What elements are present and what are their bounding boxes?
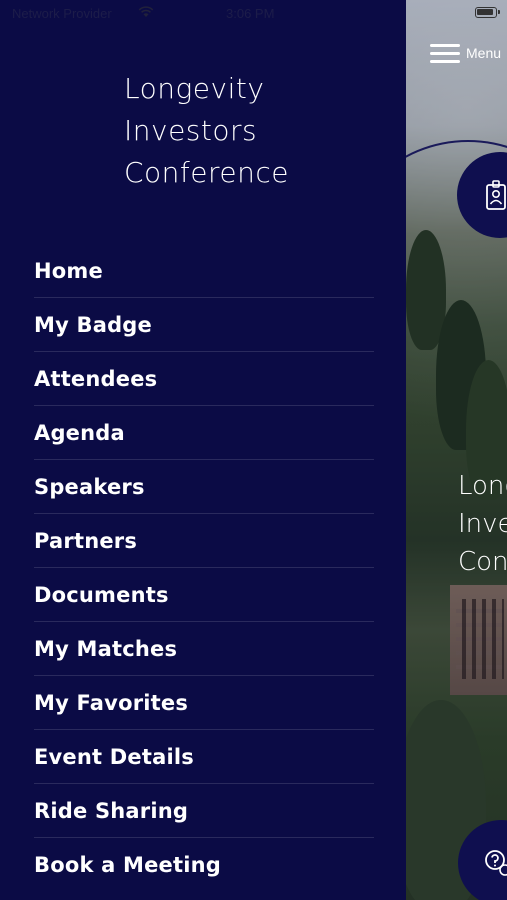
nav-item-book-a-meeting[interactable]: Book a Meeting [34,838,374,891]
background-title: Long Inve Con [458,467,507,581]
nav-item-my-matches[interactable]: My Matches [34,622,374,676]
background-screen: Menu Long Inve Con [406,0,507,900]
conference-title-line: Investors [124,114,258,147]
conference-title: Longevity Investors Conference [124,68,374,194]
background-title-line: Con [458,547,507,577]
nav-item-attendees[interactable]: Attendees [34,352,374,406]
status-time: 3:06 PM [226,6,275,21]
menu-button[interactable]: Menu [430,42,501,64]
battery-icon [475,7,500,18]
menu-label: Menu [466,45,502,61]
background-title-line: Long [458,471,507,501]
background-title-line: Inve [458,509,507,539]
carrier-label: Network Provider [12,6,112,21]
help-icon [485,850,507,876]
nav-item-partners[interactable]: Partners [34,514,374,568]
nav-menu: Home My Badge Attendees Agenda Speakers … [34,244,374,891]
badge-icon [486,180,506,210]
nav-item-event-details[interactable]: Event Details [34,730,374,784]
status-bar: Network Provider 3:06 PM [0,0,507,28]
conference-title-line: Conference [124,156,290,189]
hamburger-icon [430,42,460,64]
nav-item-my-favorites[interactable]: My Favorites [34,676,374,730]
background-dim-overlay [406,0,507,900]
wifi-icon [138,6,154,17]
nav-item-documents[interactable]: Documents [34,568,374,622]
nav-item-ride-sharing[interactable]: Ride Sharing [34,784,374,838]
nav-item-agenda[interactable]: Agenda [34,406,374,460]
nav-item-speakers[interactable]: Speakers [34,460,374,514]
conference-title-line: Longevity [124,72,265,105]
nav-item-home[interactable]: Home [34,244,374,298]
navigation-drawer: Longevity Investors Conference Home My B… [0,0,406,900]
nav-item-my-badge[interactable]: My Badge [34,298,374,352]
